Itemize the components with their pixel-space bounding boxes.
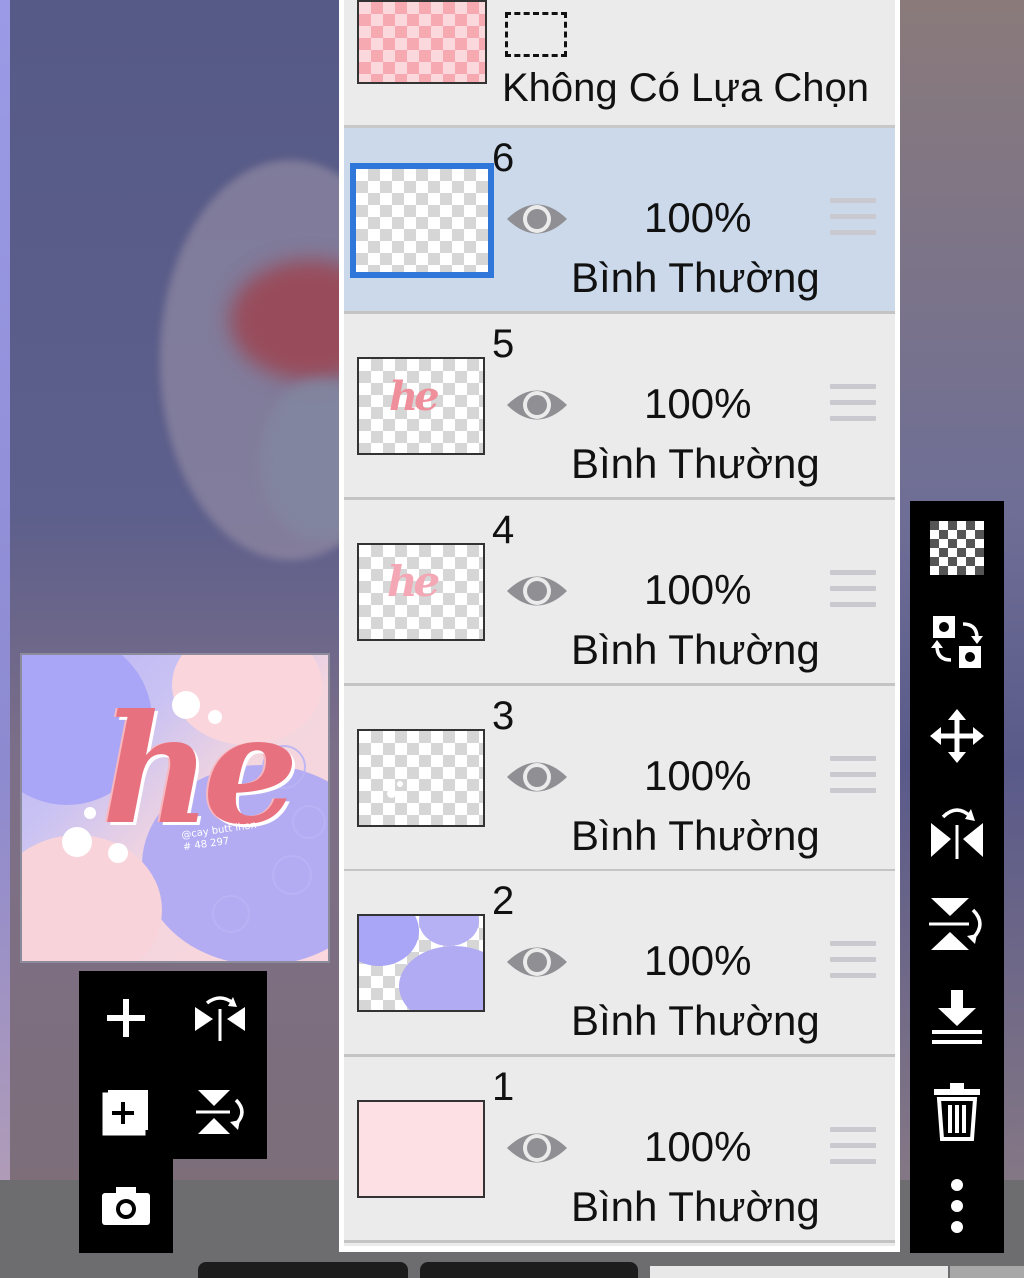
layer-row-2[interactable]: 2 100% Bình Thường [344, 871, 895, 1057]
layer-tools-toolbar [79, 971, 267, 1159]
layer-row-6[interactable]: 6 100% Bình Thường [344, 128, 895, 314]
camera-icon [102, 1187, 150, 1225]
drag-handle-icon[interactable] [830, 941, 876, 981]
flip-vertical-icon [929, 898, 982, 950]
merge-down-icon [932, 990, 982, 1044]
add-layer-button[interactable] [79, 971, 173, 1065]
preview-artwork-text: he [102, 682, 298, 858]
layer-row-5[interactable]: he 5 100% Bình Thường [344, 314, 895, 500]
layer-number: 2 [492, 879, 515, 923]
layer-number: 3 [492, 694, 515, 738]
layer-thumbnail[interactable]: he [357, 543, 485, 641]
drag-handle-icon[interactable] [830, 384, 876, 424]
layer-thumbnail[interactable]: he [357, 357, 485, 455]
layer-opacity[interactable]: 100% [644, 566, 751, 614]
layer-number: 6 [492, 136, 515, 180]
drag-handle-icon[interactable] [830, 198, 876, 238]
swap-icon [931, 616, 983, 668]
drag-handle-icon[interactable] [830, 1127, 876, 1167]
flip-vertical-icon [196, 1090, 244, 1134]
flip-horizontal-icon [931, 808, 983, 859]
drag-handle-icon[interactable] [830, 756, 876, 796]
add-layer-copy-button[interactable] [79, 1065, 173, 1159]
selection-thumbnail [357, 0, 487, 84]
visibility-eye-icon[interactable] [504, 382, 570, 428]
layer-opacity[interactable]: 100% [644, 752, 751, 800]
visibility-eye-icon[interactable] [504, 568, 570, 614]
layer-blend-mode[interactable]: Bình Thường [571, 812, 820, 860]
more-icon [951, 1179, 963, 1233]
layer-opacity[interactable]: 100% [644, 194, 751, 242]
flip-horizontal-button[interactable] [910, 783, 1004, 877]
layer-opacity[interactable]: 100% [644, 937, 751, 985]
plus-icon [107, 999, 145, 1037]
layer-thumbnail[interactable] [357, 729, 485, 827]
flip-horizontal-button[interactable] [173, 971, 267, 1065]
merge-down-button[interactable] [910, 971, 1004, 1065]
visibility-eye-icon[interactable] [504, 754, 570, 800]
more-options-button[interactable] [910, 1159, 1004, 1253]
bottom-tab[interactable] [198, 1262, 408, 1278]
canvas-preview[interactable]: he @cay butt ihon # 48 297 [20, 653, 330, 963]
swap-layer-button[interactable] [910, 595, 1004, 689]
layer-actions-toolbar [910, 501, 1004, 1253]
layer-number: 4 [492, 508, 515, 552]
layer-blend-mode[interactable]: Bình Thường [571, 997, 820, 1045]
selection-marquee-icon [505, 12, 567, 57]
selection-layer-row[interactable]: Không Có Lựa Chọn [344, 0, 895, 128]
selection-label: Không Có Lựa Chọn [502, 66, 870, 110]
layer-row-1[interactable]: 1 100% Bình Thường [344, 1057, 895, 1243]
transparency-button[interactable] [910, 501, 1004, 595]
layer-blend-mode[interactable]: Bình Thường [571, 626, 820, 674]
layer-thumbnail[interactable] [357, 914, 485, 1012]
layer-number: 5 [492, 322, 515, 366]
flip-vertical-button[interactable] [910, 877, 1004, 971]
camera-toolbar [79, 1159, 173, 1253]
move-icon [930, 709, 984, 763]
layer-blend-mode[interactable]: Bình Thường [571, 254, 820, 302]
layer-blend-mode[interactable]: Bình Thường [571, 1183, 820, 1231]
bottom-tab[interactable] [950, 1266, 1024, 1278]
move-layer-button[interactable] [910, 689, 1004, 783]
layer-thumbnail[interactable] [350, 163, 494, 278]
layer-opacity[interactable]: 100% [644, 1123, 751, 1171]
layer-blend-mode[interactable]: Bình Thường [571, 440, 820, 488]
layer-opacity[interactable]: 100% [644, 380, 751, 428]
trash-icon [934, 1083, 980, 1141]
transparency-icon [930, 521, 984, 575]
visibility-eye-icon[interactable] [504, 1125, 570, 1171]
delete-layer-button[interactable] [910, 1065, 1004, 1159]
layer-row-3[interactable]: 3 100% Bình Thường [344, 686, 895, 872]
drag-handle-icon[interactable] [830, 570, 876, 610]
layer-number: 1 [492, 1065, 515, 1109]
bottom-tab[interactable] [420, 1262, 638, 1278]
flip-vertical-button[interactable] [173, 1065, 267, 1159]
add-layer-icon [102, 1090, 148, 1136]
visibility-eye-icon[interactable] [504, 939, 570, 985]
bottom-tab[interactable] [650, 1266, 948, 1278]
import-photo-button[interactable] [79, 1159, 173, 1253]
layer-panel: Không Có Lựa Chọn 6 100% Bình Thường he … [339, 0, 900, 1252]
layer-thumbnail[interactable] [357, 1100, 485, 1198]
visibility-eye-icon[interactable] [504, 196, 570, 242]
layer-row-4[interactable]: he 4 100% Bình Thường [344, 500, 895, 686]
flip-horizontal-icon [195, 996, 245, 1041]
